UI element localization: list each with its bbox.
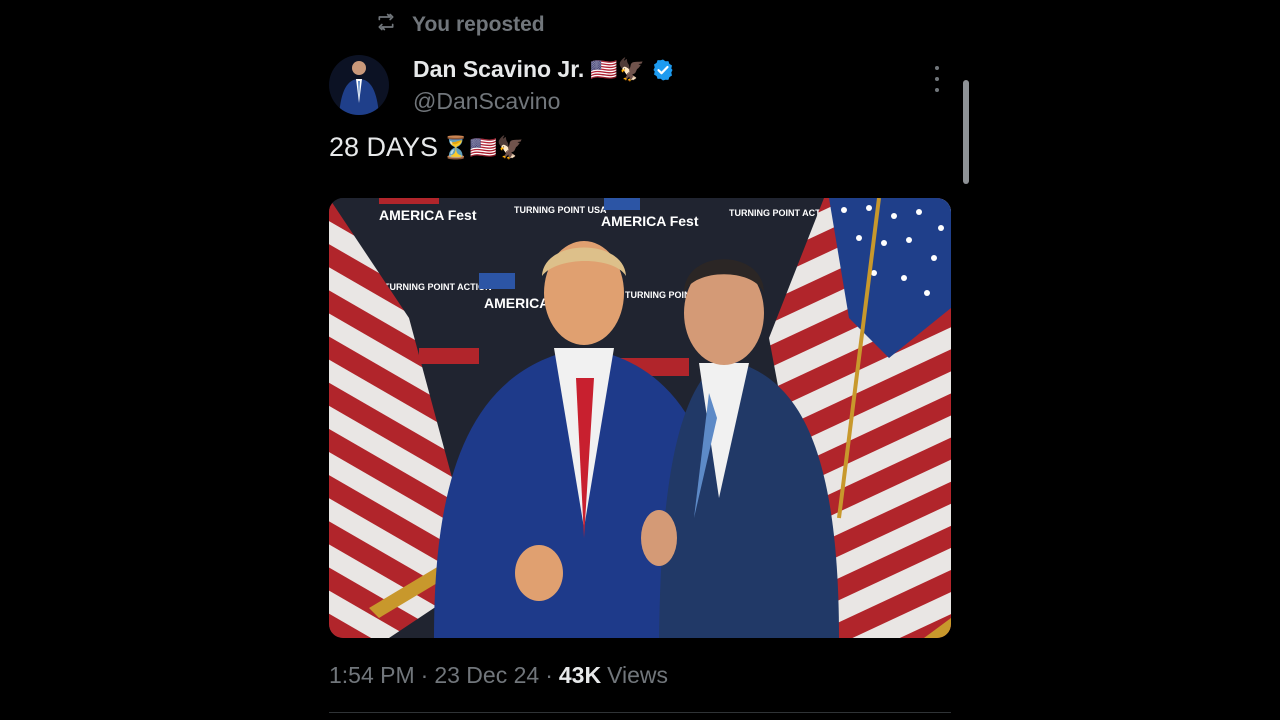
avatar[interactable] xyxy=(329,55,389,115)
views-label: Views xyxy=(607,662,668,688)
name-emoji: 🇺🇸🦅 xyxy=(590,56,646,82)
tweet-date[interactable]: 23 Dec 24 xyxy=(434,662,539,689)
scrollbar[interactable] xyxy=(963,80,969,184)
author-handle[interactable]: @DanScavino xyxy=(413,88,560,115)
tweet-image[interactable]: AMERICA Fest TURNING POINT USA AMERICA F… xyxy=(329,198,951,638)
svg-text:TURNING POINT ACTION: TURNING POINT ACTION xyxy=(384,282,492,292)
verified-badge-icon xyxy=(651,58,675,82)
tweet-time[interactable]: 1:54 PM xyxy=(329,662,415,689)
repost-indicator[interactable]: You reposted xyxy=(376,12,545,37)
svg-text:AMERICA Fest: AMERICA Fest xyxy=(601,213,699,229)
author-name[interactable]: Dan Scavino Jr. xyxy=(413,56,584,83)
tweet-emoji: ⏳🇺🇸🦅 xyxy=(442,134,525,160)
tweet-meta: 1:54 PM · 23 Dec 24 · 43K Views xyxy=(329,662,668,689)
meta-separator: · xyxy=(545,662,553,688)
svg-text:AMERICA Fest: AMERICA Fest xyxy=(379,207,477,223)
tweet-text: 28 DAYS ⏳🇺🇸🦅 xyxy=(329,132,524,163)
repost-label: You reposted xyxy=(412,12,545,36)
repost-icon xyxy=(376,12,396,37)
divider xyxy=(329,712,951,713)
tweet-text-content: 28 DAYS xyxy=(329,132,439,162)
views-count[interactable]: 43K xyxy=(559,662,601,689)
svg-text:TURNING POINT USA: TURNING POINT USA xyxy=(514,205,607,215)
more-options-icon[interactable] xyxy=(927,66,947,92)
meta-separator: · xyxy=(420,662,429,688)
